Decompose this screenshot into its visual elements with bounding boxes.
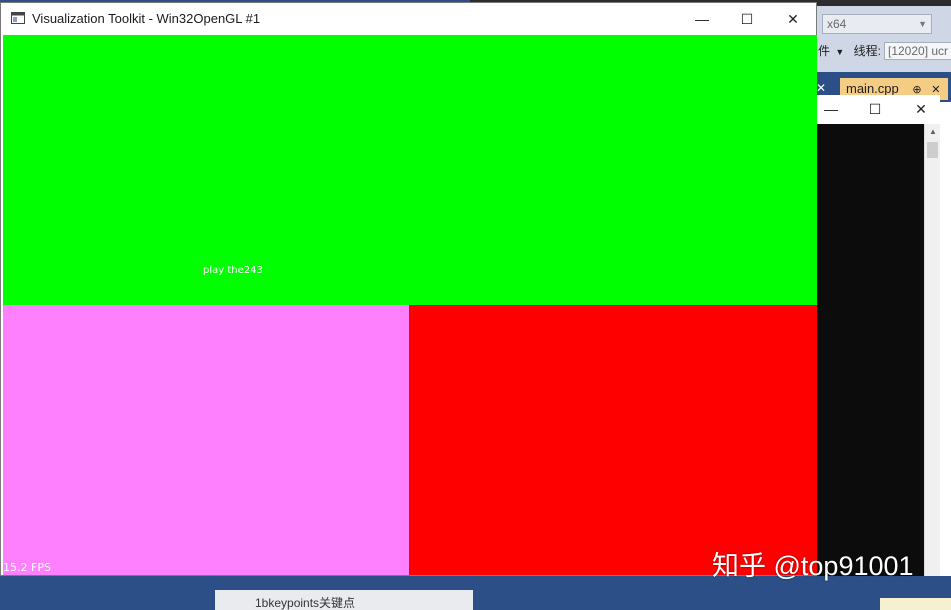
console-scrollbar[interactable]: ▲	[924, 124, 940, 576]
viewport-bottom-right[interactable]	[409, 305, 817, 575]
events-label: 件	[818, 44, 831, 58]
platform-select[interactable]: x64 ▼	[822, 14, 932, 34]
solution-explorer-item[interactable]: 1bkeypoints关键点	[215, 590, 473, 610]
scrollbar-thumb[interactable]	[927, 142, 938, 158]
platform-select-value: x64	[827, 17, 847, 31]
chevron-down-icon: ▼	[918, 19, 927, 29]
vtk-render-window: Visualization Toolkit - Win32OpenGL #1 —…	[0, 2, 817, 576]
vtk-titlebar[interactable]: Visualization Toolkit - Win32OpenGL #1 —…	[1, 3, 816, 35]
window-title: Visualization Toolkit - Win32OpenGL #1	[32, 11, 261, 26]
viewport-top[interactable]: play the243	[3, 35, 817, 305]
viewport-bottom-left[interactable]: 15.2 FPS	[3, 305, 409, 575]
watermark: 知乎 @top91001	[712, 551, 914, 581]
thread-label: 线程:	[853, 44, 881, 58]
maximize-button[interactable]: ☐	[860, 95, 890, 124]
tab-label: main.cpp	[846, 81, 899, 96]
maximize-button[interactable]: ☐	[724, 3, 770, 35]
chevron-up-icon[interactable]: ▲	[925, 124, 941, 140]
text-actor: play the243	[203, 265, 263, 276]
line-number-panel	[880, 598, 951, 610]
chevron-down-icon[interactable]: ▼	[835, 47, 844, 57]
thread-select[interactable]: [12020] ucr	[884, 42, 951, 60]
fps-counter: 15.2 FPS	[3, 561, 51, 574]
app-window-icon	[11, 12, 25, 24]
close-icon[interactable]: ✕	[816, 80, 830, 96]
code-editor[interactable]	[940, 102, 951, 610]
close-button[interactable]: ✕	[770, 3, 816, 35]
minimize-button[interactable]: —	[679, 3, 725, 35]
close-button[interactable]: ✕	[906, 95, 936, 124]
console-titlebar[interactable]: — ☐ ✕	[816, 95, 940, 124]
minimize-button[interactable]: —	[816, 95, 846, 124]
console-output	[816, 124, 924, 576]
